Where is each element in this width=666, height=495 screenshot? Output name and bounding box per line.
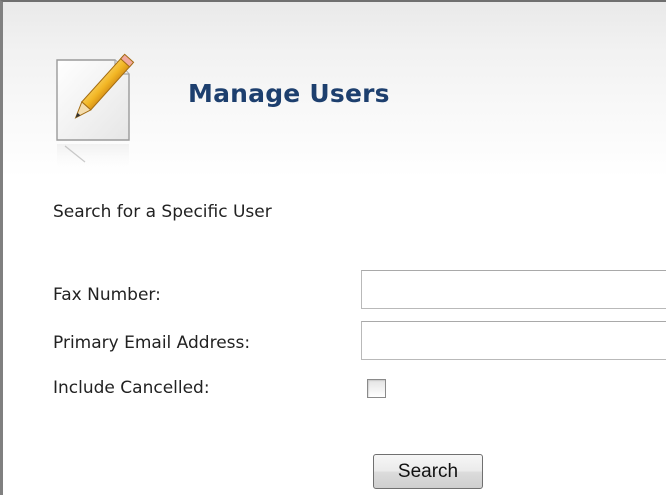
primary-email-input[interactable]	[361, 321, 666, 360]
search-button[interactable]: Search	[373, 454, 483, 489]
window-frame: Manage Users Search for a Specific User …	[0, 0, 666, 495]
fax-number-input[interactable]	[361, 270, 666, 309]
section-heading: Search for a Specific User	[53, 202, 272, 222]
include-cancelled-checkbox[interactable]	[367, 379, 386, 398]
pencil-notepad-icon	[56, 53, 135, 172]
fax-number-label: Fax Number:	[53, 285, 161, 305]
include-cancelled-label: Include Cancelled:	[53, 378, 210, 398]
primary-email-label: Primary Email Address:	[53, 333, 251, 353]
page-title: Manage Users	[188, 79, 390, 108]
page-header: Manage Users	[3, 2, 666, 177]
